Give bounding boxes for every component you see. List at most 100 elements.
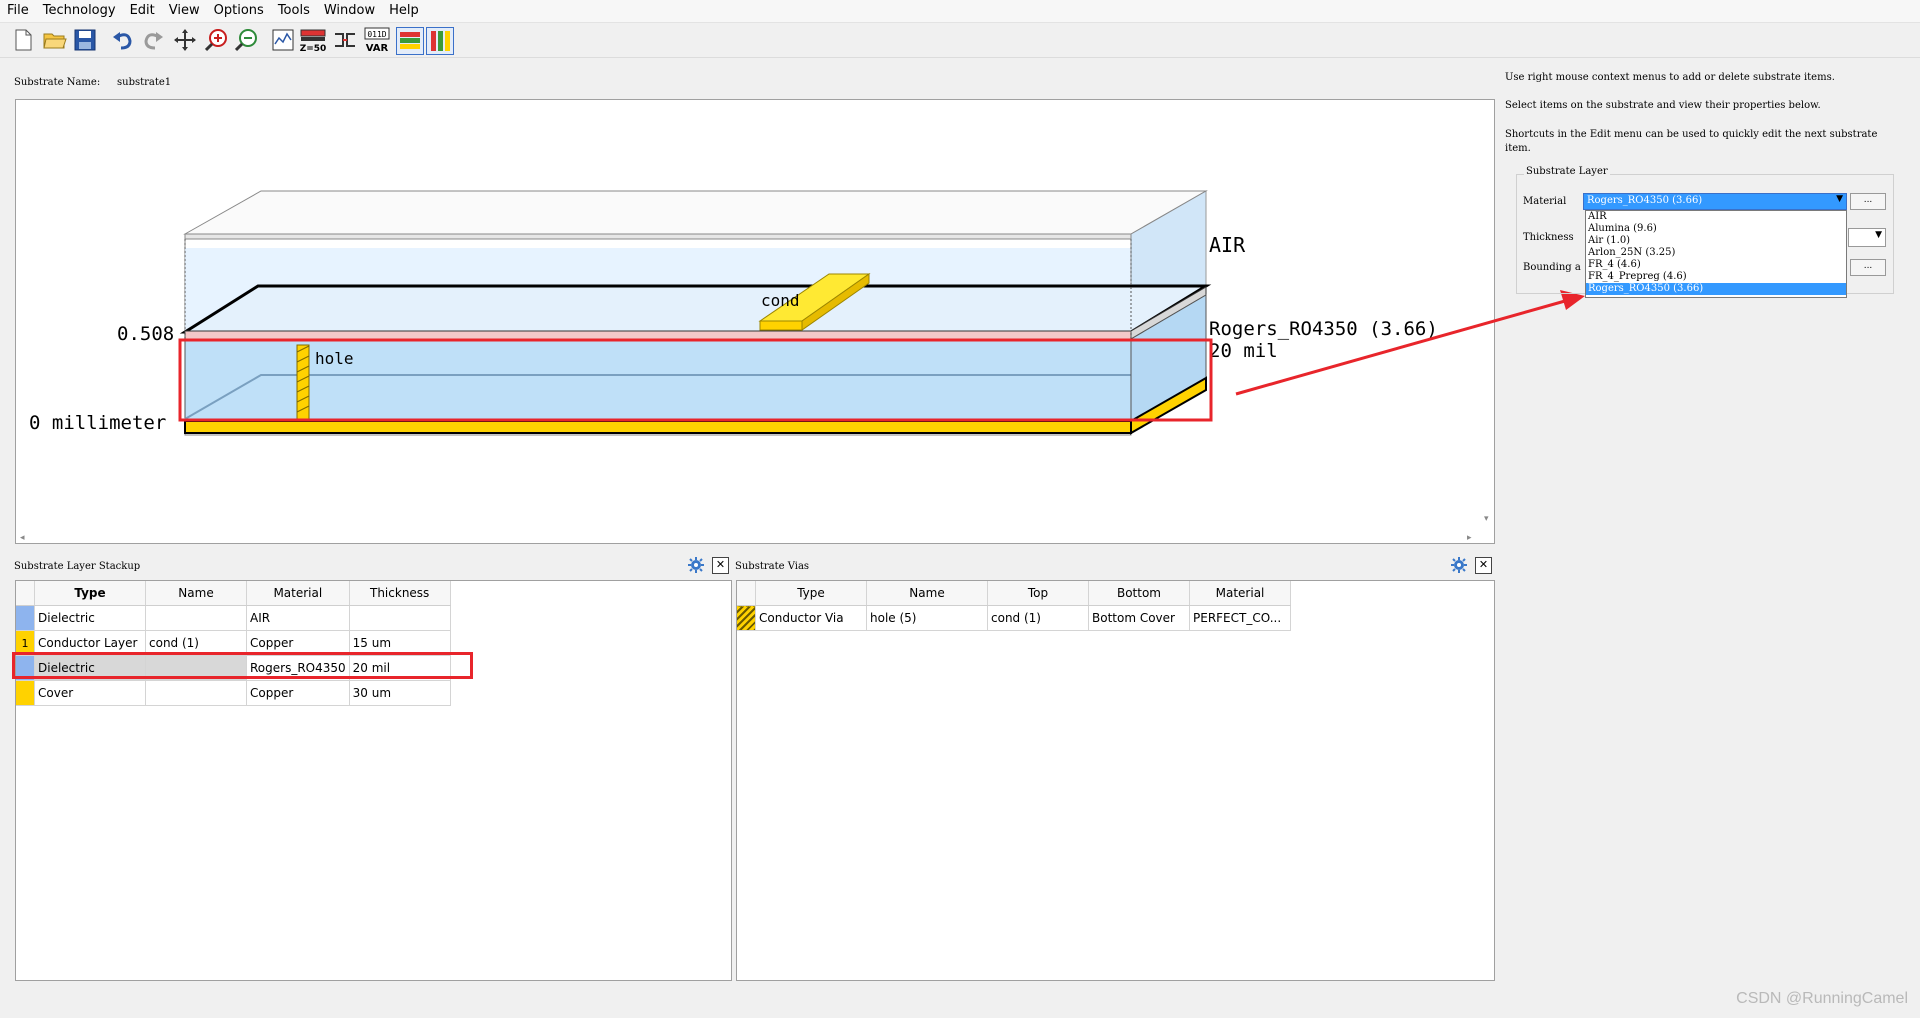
cell-type[interactable]: Cover [34,680,146,706]
close-icon[interactable]: ✕ [712,557,729,574]
z50-icon[interactable]: Z=50 [300,27,326,53]
cell-type[interactable]: Dielectric [34,605,146,631]
row-color-marker [16,680,35,706]
col-material[interactable]: Material [246,581,350,606]
material-option[interactable]: Arlon_25N (3.25) [1586,247,1846,259]
row-color-marker [16,605,35,631]
stackup-panel: Type Name Material Thickness Dielectric … [12,580,732,981]
via-color-marker [737,605,756,631]
material-select[interactable]: Rogers_RO4350 (3.66) ▼ [1583,193,1847,210]
var-top-text: 011D [367,30,386,39]
menu-edit[interactable]: Edit [123,0,162,22]
menu-file[interactable]: File [0,0,36,22]
undo-icon[interactable] [110,27,136,53]
cell-thickness[interactable] [349,605,451,631]
scroll-left-icon[interactable]: ◂ [20,533,25,543]
row-highlight-box [12,652,473,679]
zoom-in-icon[interactable] [204,27,230,53]
port-icon[interactable] [332,27,358,53]
help-line-2: Select items on the substrate and view t… [1505,100,1821,111]
substrate-diagram[interactable]: AIR cond hole 0.508 0 millimeter Rogers_… [16,100,1494,543]
menu-technology[interactable]: Technology [36,0,123,22]
stackup-table: Type Name Material Thickness Dielectric … [16,581,451,706]
scroll-down-icon[interactable]: ▾ [1484,514,1489,524]
material-option[interactable]: AIR [1586,211,1846,223]
substrate-name-value: substrate1 [117,77,172,88]
cell-bottom[interactable]: Bottom Cover [1088,605,1190,631]
z50-text: Z=50 [300,44,326,53]
thickness-field-label: Thickness [1523,232,1574,243]
vias-panel: Type Name Top Bottom Material Conductor … [736,580,1495,981]
row-marker-header [16,581,35,606]
menu-view[interactable]: View [162,0,207,22]
help-line-3: Shortcuts in the Edit menu can be used t… [1505,129,1878,154]
col-name[interactable]: Name [145,581,247,606]
cell-name[interactable] [145,605,247,631]
menu-help[interactable]: Help [382,0,426,22]
menu-tools[interactable]: Tools [271,0,317,22]
cell-type[interactable]: Conductor Via [755,605,867,631]
via-view-icon[interactable] [426,27,454,55]
row-marker-header [737,581,756,606]
substrate-name-label: Substrate Name: [14,77,101,88]
material-option[interactable]: Air (1.0) [1586,235,1846,247]
col-name[interactable]: Name [866,581,988,606]
cell-name[interactable] [145,680,247,706]
col-thickness[interactable]: Thickness [349,581,451,606]
cell-material[interactable]: AIR [246,605,350,631]
thickness-select[interactable]: ▼ [1848,228,1886,247]
col-material[interactable]: Material [1189,581,1291,606]
cell-name[interactable]: hole (5) [866,605,988,631]
material-dropdown-list[interactable]: AIR Alumina (9.6) Air (1.0) Arlon_25N (3… [1585,210,1847,298]
cell-material[interactable]: PERFECT_CO... [1189,605,1291,631]
toolbar: Z=50 011D VAR [0,23,1920,58]
substrate-diagram-panel[interactable]: AIR cond hole 0.508 0 millimeter Rogers_… [15,99,1495,544]
cell-thickness[interactable]: 30 um [349,680,451,706]
material-browse-button[interactable]: ... [1850,193,1886,210]
close-icon[interactable]: ✕ [1475,557,1492,574]
material-option-selected[interactable]: Rogers_RO4350 (3.66) [1586,283,1846,295]
save-icon[interactable] [72,27,98,53]
stackup-header-row: Type Name Material Thickness [16,581,451,606]
table-row[interactable]: Cover Copper 30 um [16,680,451,706]
redo-icon[interactable] [140,27,166,53]
open-folder-icon[interactable] [42,27,68,53]
table-row[interactable]: Dielectric AIR [16,605,451,631]
layer-view-icon[interactable] [396,27,424,55]
thickness-label: 20 mil [1209,340,1278,362]
vias-table: Type Name Top Bottom Material Conductor … [737,581,1291,631]
var-icon[interactable]: 011D VAR [364,27,390,53]
gear-icon[interactable] [1451,557,1467,573]
plot-icon[interactable] [270,27,296,53]
gear-icon[interactable] [688,557,704,573]
pan-icon[interactable] [172,27,198,53]
material-option[interactable]: Alumina (9.6) [1586,223,1846,235]
menu-bar: File Technology Edit View Options Tools … [0,0,1920,23]
vias-title: Substrate Vias [735,561,810,572]
stackup-title: Substrate Layer Stackup [14,561,141,572]
zero-label: 0 millimeter [29,412,166,434]
material-option[interactable]: FR_4_Prepreg (4.6) [1586,271,1846,283]
col-type[interactable]: Type [755,581,867,606]
menu-options[interactable]: Options [207,0,271,22]
vias-header-row: Type Name Top Bottom Material [737,581,1291,606]
bounding-browse-button[interactable]: ... [1850,259,1886,276]
material-select-value: Rogers_RO4350 (3.66) [1587,195,1703,206]
height-label: 0.508 [117,323,174,345]
material-field-label: Material [1523,196,1567,207]
hole-label: hole [315,349,354,368]
material-option[interactable]: FR_4 (4.6) [1586,259,1846,271]
cell-top[interactable]: cond (1) [987,605,1089,631]
table-row[interactable]: Conductor Via hole (5) cond (1) Bottom C… [737,605,1291,631]
menu-window[interactable]: Window [317,0,382,22]
material-label: Rogers_RO4350 (3.66) [1209,318,1438,340]
scroll-right-icon[interactable]: ▸ [1467,533,1472,543]
col-type[interactable]: Type [34,581,146,606]
chevron-down-icon: ▼ [1875,230,1882,240]
zoom-out-icon[interactable] [234,27,260,53]
new-file-icon[interactable] [10,27,36,53]
col-top[interactable]: Top [987,581,1089,606]
cell-material[interactable]: Copper [246,680,350,706]
col-bottom[interactable]: Bottom [1088,581,1190,606]
cond-label: cond [761,291,800,310]
